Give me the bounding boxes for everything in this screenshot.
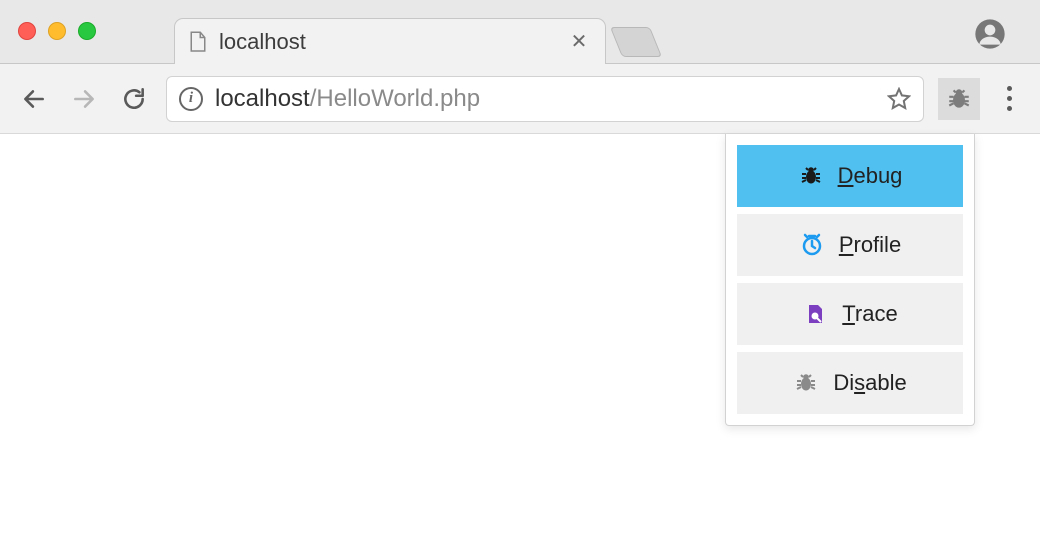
- forward-button[interactable]: [66, 81, 102, 117]
- dropdown-item-debug[interactable]: Debug: [737, 145, 963, 207]
- trace-icon: [802, 301, 828, 327]
- dropdown-item-disable[interactable]: Disable: [737, 352, 963, 414]
- close-tab-icon[interactable]: ✕: [569, 29, 589, 54]
- window-controls: [18, 22, 96, 40]
- clock-icon: [799, 232, 825, 258]
- file-icon: [189, 31, 207, 53]
- user-profile-icon[interactable]: [974, 18, 1006, 50]
- new-tab-button[interactable]: [610, 27, 662, 57]
- xdebug-dropdown: Debug Profile Trace: [725, 134, 975, 426]
- dropdown-item-label: Disable: [833, 370, 906, 396]
- tab-title: localhost: [219, 29, 557, 55]
- browser-toolbar: i localhost/HelloWorld.php: [0, 64, 1040, 134]
- reload-button[interactable]: [116, 81, 152, 117]
- dropdown-item-trace[interactable]: Trace: [737, 283, 963, 345]
- site-info-icon[interactable]: i: [179, 87, 203, 111]
- browser-tab[interactable]: localhost ✕: [174, 18, 606, 64]
- dropdown-item-profile[interactable]: Profile: [737, 214, 963, 276]
- xdebug-extension-button[interactable]: [938, 78, 980, 120]
- address-bar[interactable]: i localhost/HelloWorld.php: [166, 76, 924, 122]
- url-text: localhost/HelloWorld.php: [215, 85, 875, 113]
- url-path: /HelloWorld.php: [310, 85, 480, 112]
- url-host: localhost: [215, 85, 310, 112]
- dropdown-item-label: Profile: [839, 232, 901, 258]
- bookmark-star-icon[interactable]: [887, 87, 911, 111]
- minimize-window-button[interactable]: [48, 22, 66, 40]
- bug-disabled-icon: [793, 370, 819, 396]
- maximize-window-button[interactable]: [78, 22, 96, 40]
- browser-menu-button[interactable]: [994, 86, 1024, 111]
- bug-icon: [798, 163, 824, 189]
- bug-icon: [946, 86, 972, 112]
- tab-strip: localhost ✕: [174, 0, 656, 63]
- dropdown-item-label: Debug: [838, 163, 903, 189]
- dropdown-item-label: Trace: [842, 301, 897, 327]
- browser-titlebar: localhost ✕: [0, 0, 1040, 64]
- close-window-button[interactable]: [18, 22, 36, 40]
- back-button[interactable]: [16, 81, 52, 117]
